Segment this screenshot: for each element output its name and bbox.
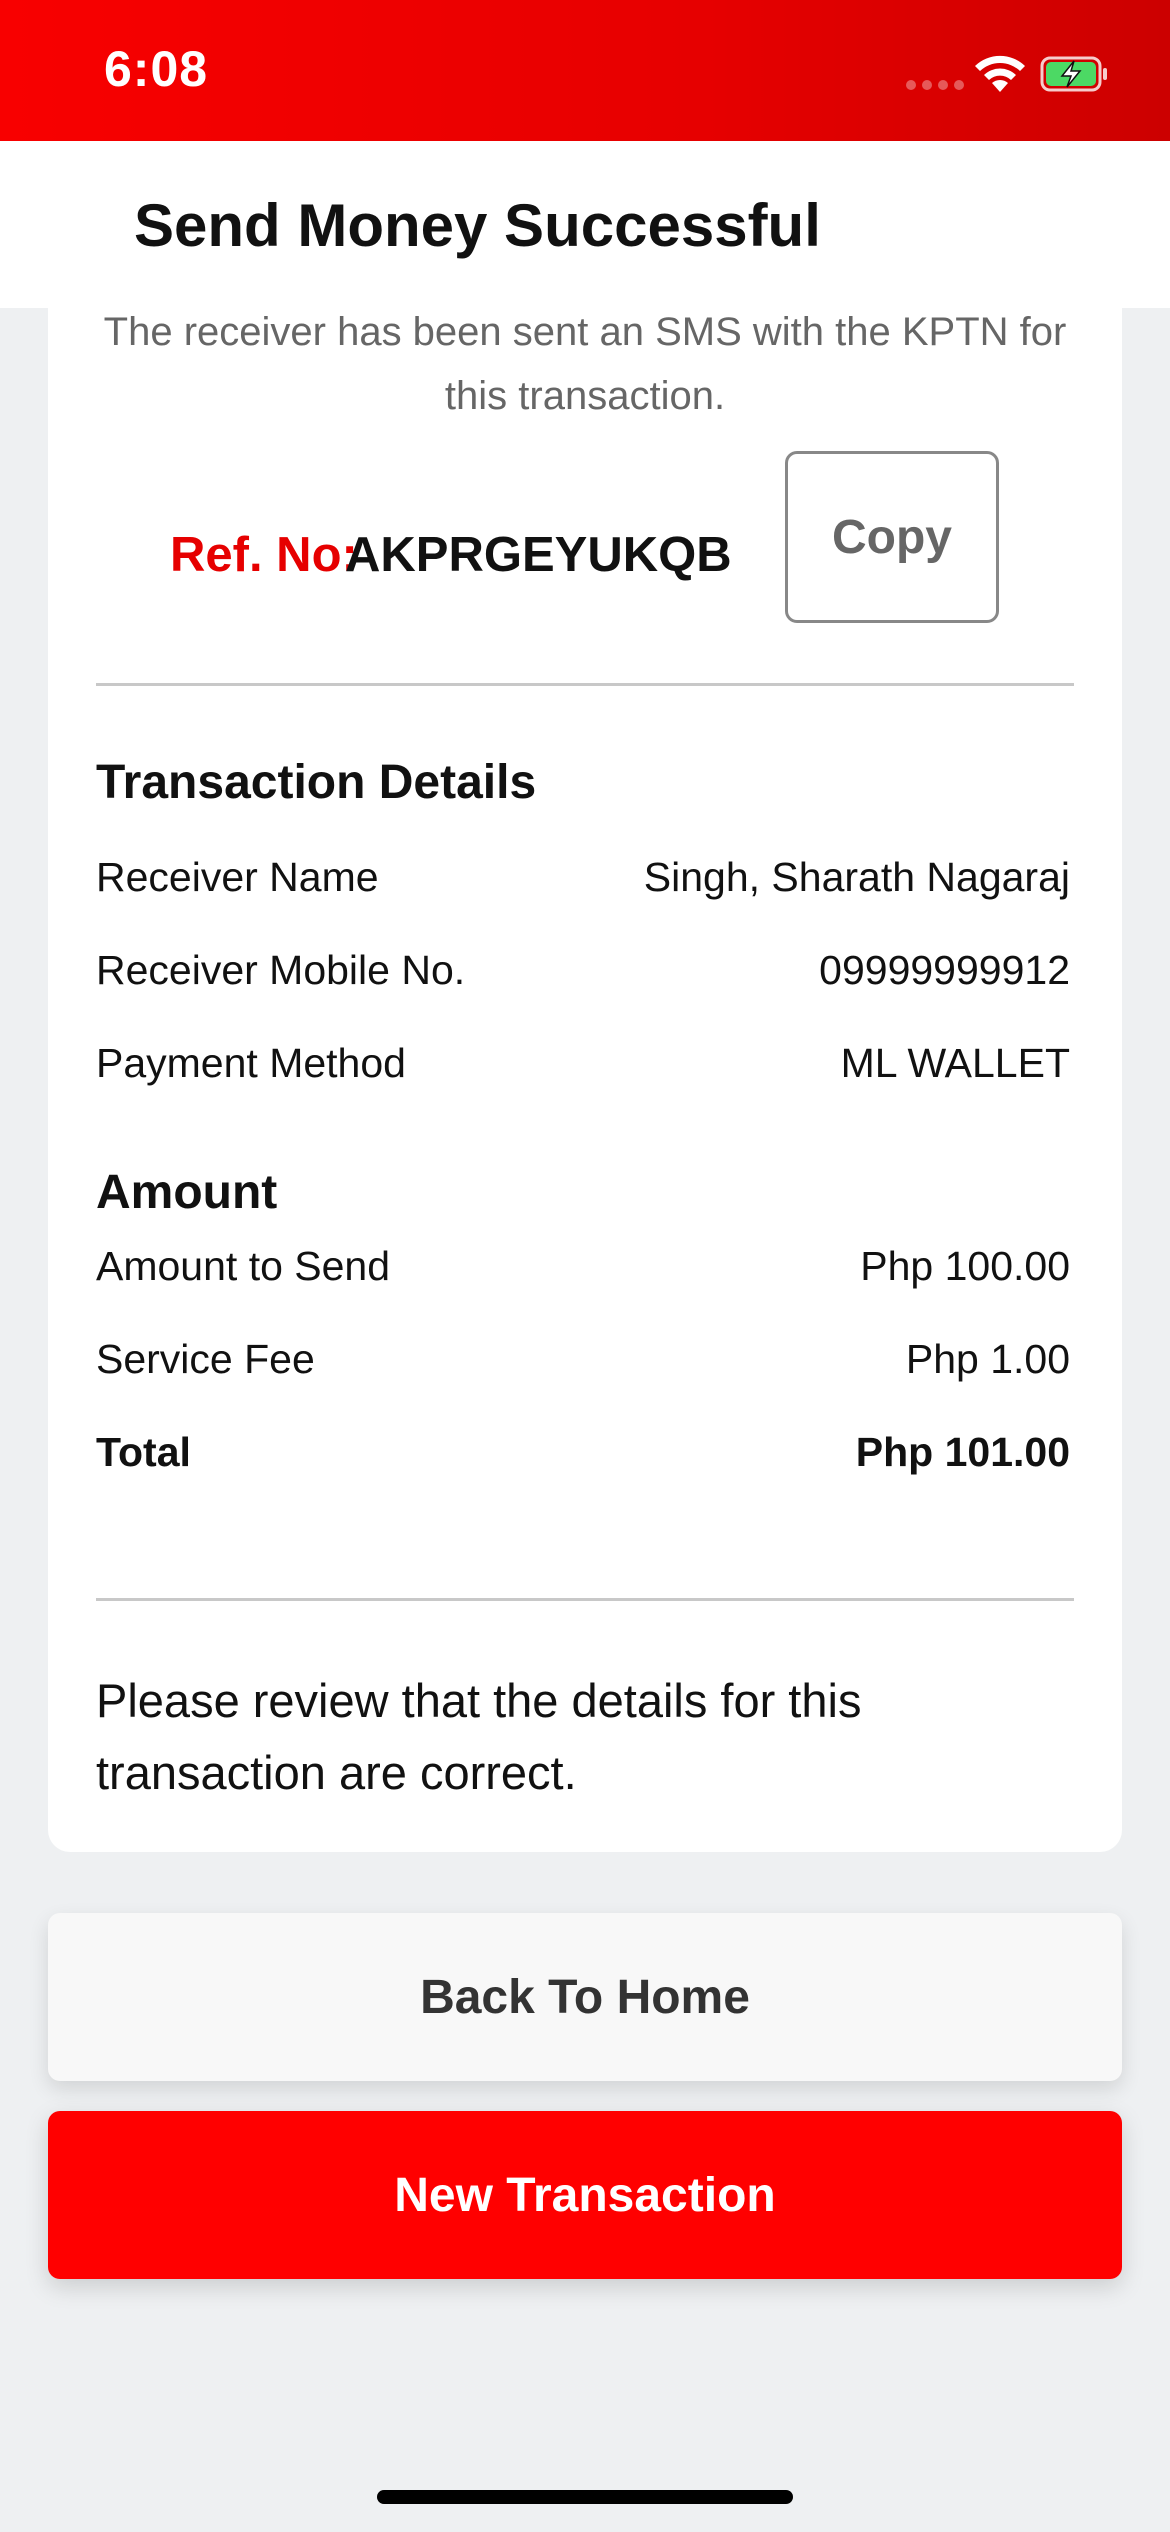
- detail-value: Singh, Sharath Nagaraj: [643, 854, 1070, 900]
- transaction-details-title: Transaction Details: [96, 756, 537, 809]
- cellular-signal-icon: [906, 80, 964, 90]
- status-time: 6:08: [104, 41, 209, 97]
- divider: [96, 683, 1074, 686]
- amount-row-service-fee: Service Fee Php 1.00: [96, 1336, 1070, 1396]
- detail-row-receiver-name: Receiver Name Singh, Sharath Nagaraj: [96, 854, 1070, 914]
- detail-value: 09999999912: [819, 947, 1070, 993]
- status-bar: 6:08: [0, 0, 1170, 141]
- divider: [96, 1598, 1074, 1601]
- amount-label: Total: [96, 1429, 191, 1475]
- ref-label: Ref. No:: [170, 528, 358, 582]
- page-title: Send Money Successful: [134, 192, 821, 259]
- detail-row-receiver-mobile: Receiver Mobile No. 09999999912: [96, 947, 1070, 1007]
- amount-label: Amount to Send: [96, 1243, 391, 1289]
- detail-value: ML WALLET: [840, 1040, 1070, 1086]
- copy-button[interactable]: Copy: [785, 451, 999, 623]
- amount-label: Service Fee: [96, 1336, 315, 1382]
- transaction-card: The receiver has been sent an SMS with t…: [48, 260, 1122, 1852]
- wifi-icon: [975, 55, 1025, 92]
- battery-charging-icon: [1040, 56, 1107, 92]
- review-note: Please review that the details for this …: [96, 1674, 862, 1799]
- amount-row-to-send: Amount to Send Php 100.00: [96, 1243, 1070, 1303]
- amount-value: Php 101.00: [855, 1429, 1070, 1475]
- back-to-home-button[interactable]: Back To Home: [48, 1913, 1122, 2081]
- home-indicator: [377, 2490, 793, 2504]
- new-transaction-button[interactable]: New Transaction: [48, 2111, 1122, 2279]
- detail-label: Receiver Mobile No.: [96, 947, 466, 993]
- amount-value: Php 1.00: [905, 1336, 1070, 1382]
- detail-label: Receiver Name: [96, 854, 379, 900]
- detail-label: Payment Method: [96, 1040, 406, 1086]
- ref-value: AKPRGEYUKQB: [345, 528, 732, 582]
- nav-header: Send Money Successful: [0, 141, 1170, 308]
- amount-title: Amount: [96, 1166, 278, 1219]
- amount-row-total: Total Php 101.00: [96, 1429, 1070, 1489]
- detail-row-payment-method: Payment Method ML WALLET: [96, 1040, 1070, 1100]
- amount-value: Php 100.00: [860, 1243, 1070, 1289]
- sms-note: The receiver has been sent an SMS with t…: [103, 310, 1067, 418]
